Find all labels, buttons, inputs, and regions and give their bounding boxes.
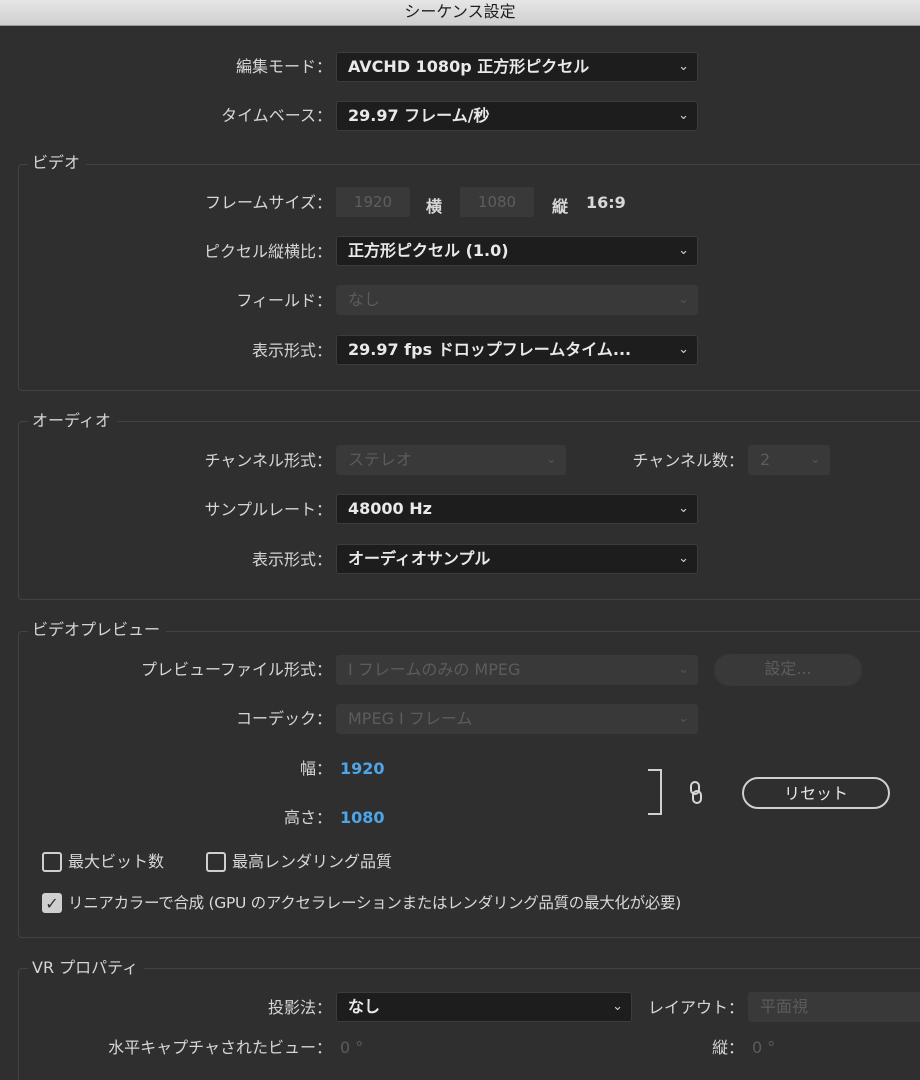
channel-format-label: チャンネル形式： — [204, 451, 332, 470]
audio-display-format-value: オーディオサンプル — [348, 549, 491, 568]
audio-display-format-dropdown[interactable]: オーディオサンプル ⌄ — [336, 544, 698, 574]
fields-label: フィールド： — [236, 291, 332, 310]
chevron-down-icon: ⌄ — [678, 711, 689, 726]
aspect-ratio-text: 16:9 — [586, 193, 626, 212]
preview-file-format-value: I フレームのみの MPEG — [348, 660, 521, 679]
video-display-format-value: 29.97 fps ドロップフレームタイム... — [348, 340, 632, 359]
chevron-down-icon: ⌄ — [678, 292, 689, 307]
edit-mode-dropdown[interactable]: AVCHD 1080p 正方形ピクセル ⌄ — [336, 52, 698, 82]
window-title-bar: シーケンス設定 — [0, 0, 920, 26]
linear-color-label: リニアカラーで合成 (GPU のアクセラレーションまたはレンダリング品質の最大化… — [68, 894, 681, 912]
max-render-quality-label: 最高レンダリング品質 — [232, 852, 393, 871]
audio-display-format-label: 表示形式： — [251, 550, 332, 569]
timebase-value: 29.97 フレーム/秒 — [348, 106, 490, 125]
vr-group — [18, 968, 920, 1080]
channel-format-dropdown: ステレオ ⌄ — [336, 445, 566, 475]
chevron-down-icon: ⌄ — [678, 243, 689, 258]
codec-dropdown: MPEG I フレーム ⌄ — [336, 704, 698, 734]
channel-format-value: ステレオ — [348, 450, 413, 469]
layout-dropdown: 平面視 — [748, 992, 920, 1022]
projection-value: なし — [348, 997, 381, 1016]
chevron-down-icon: ⌄ — [678, 662, 689, 677]
video-display-format-dropdown[interactable]: 29.97 fps ドロップフレームタイム... ⌄ — [336, 335, 698, 365]
channel-count-label: チャンネル数： — [632, 451, 744, 470]
video-preview-group-title: ビデオプレビュー — [28, 620, 167, 640]
linear-color-checkbox[interactable]: ✓ — [42, 893, 62, 913]
projection-label: 投影法： — [267, 998, 332, 1017]
frame-width-field: 1920 — [336, 187, 410, 217]
chevron-down-icon: ⌄ — [612, 999, 623, 1014]
preview-height-label: 高さ： — [283, 808, 332, 827]
preview-file-format-dropdown: I フレームのみの MPEG ⌄ — [336, 655, 698, 685]
fields-dropdown: なし ⌄ — [336, 285, 698, 315]
horizontal-view-label: 水平キャプチャされたビュー： — [108, 1038, 332, 1057]
edit-mode-value: AVCHD 1080p 正方形ピクセル — [348, 57, 590, 76]
codec-value: MPEG I フレーム — [348, 709, 473, 728]
pixel-aspect-dropdown[interactable]: 正方形ピクセル (1.0) ⌄ — [336, 236, 698, 266]
timebase-label: タイムベース： — [221, 106, 332, 125]
chevron-down-icon: ⌄ — [678, 501, 689, 516]
vertical-view-label: 縦： — [711, 1038, 744, 1057]
video-display-format-label: 表示形式： — [251, 341, 332, 360]
frame-height-field: 1080 — [460, 187, 534, 217]
projection-dropdown[interactable]: なし ⌄ — [336, 992, 632, 1022]
pixel-aspect-value: 正方形ピクセル (1.0) — [348, 241, 509, 260]
checkmark-icon: ✓ — [45, 894, 59, 913]
chevron-down-icon: ⌄ — [678, 108, 689, 123]
edit-mode-label: 編集モード： — [235, 57, 332, 76]
chevron-down-icon: ⌄ — [678, 342, 689, 357]
frame-size-label: フレームサイズ： — [204, 193, 332, 212]
chevron-down-icon: ⌄ — [546, 452, 557, 467]
layout-label: レイアウト： — [647, 998, 744, 1017]
preview-width-label: 幅： — [299, 759, 332, 778]
chevron-down-icon: ⌄ — [810, 452, 821, 467]
audio-group-title: オーディオ — [28, 411, 117, 431]
preview-file-format-label: プレビューファイル形式： — [140, 660, 332, 679]
vertical-label: 縦 — [552, 197, 569, 216]
codec-label: コーデック： — [235, 709, 332, 728]
chevron-down-icon: ⌄ — [678, 59, 689, 74]
horizontal-view-value: 0 ° — [340, 1038, 364, 1057]
preview-width-value[interactable]: 1920 — [340, 759, 385, 778]
max-render-quality-checkbox[interactable] — [206, 852, 226, 872]
window-title: シーケンス設定 — [404, 2, 516, 21]
horizontal-label: 横 — [426, 197, 443, 216]
layout-value: 平面視 — [760, 997, 809, 1016]
reset-button[interactable]: リセット — [742, 777, 890, 809]
pixel-aspect-label: ピクセル縦横比： — [203, 242, 332, 261]
channel-count-dropdown: 2 ⌄ — [748, 445, 830, 475]
sample-rate-label: サンプルレート： — [204, 500, 332, 519]
channel-count-value: 2 — [760, 450, 771, 469]
preview-settings-button: 設定... — [714, 654, 862, 686]
fields-value: なし — [348, 290, 381, 309]
video-group-title: ビデオ — [28, 153, 87, 173]
timebase-dropdown[interactable]: 29.97 フレーム/秒 ⌄ — [336, 101, 698, 131]
preview-height-value[interactable]: 1080 — [340, 808, 385, 827]
max-bit-depth-checkbox[interactable] — [42, 852, 62, 872]
link-chain-icon[interactable] — [688, 780, 704, 806]
sample-rate-value: 48000 Hz — [348, 499, 432, 518]
vr-group-title: VR プロパティ — [28, 958, 145, 978]
link-bracket — [648, 769, 662, 815]
chevron-down-icon: ⌄ — [678, 551, 689, 566]
max-bit-depth-label: 最大ビット数 — [68, 852, 165, 871]
vertical-view-value: 0 ° — [752, 1038, 776, 1057]
sample-rate-dropdown[interactable]: 48000 Hz ⌄ — [336, 494, 698, 524]
